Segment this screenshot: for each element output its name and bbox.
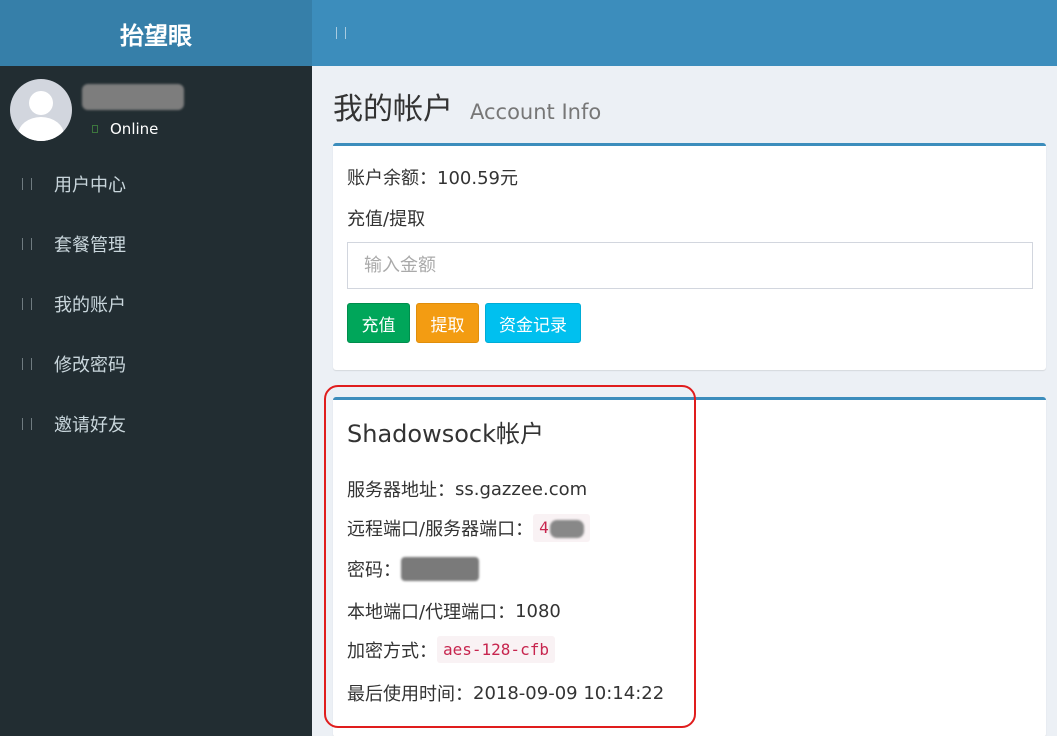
last-used-value: 2018-09-09 10:14:22 [473,682,665,704]
password-label: 密码： [347,560,401,581]
sidebar: 抬望眼 Online 用户中心 套餐管理 我的账户 修改密码 邀请好友 [0,0,312,736]
user-panel: Online [0,66,312,154]
sidebar-item-my-account[interactable]: 我的账户 [0,274,312,334]
menu-bars-icon [22,418,32,430]
sidebar-item-change-password[interactable]: 修改密码 [0,334,312,394]
balance-label: 账户余额： [347,168,437,189]
page-subtitle: Account Info [470,100,602,124]
top-navbar [312,0,1057,66]
main-content: 我的帐户 Account Info 账户余额：100.59元 充值/提取 充值 … [312,66,1057,736]
sidebar-nav: 用户中心 套餐管理 我的账户 修改密码 邀请好友 [0,154,312,454]
server-address-value: ss.gazzee.com [455,478,588,500]
port-redacted [549,519,584,538]
balance-value: 100.59元 [437,168,518,189]
amount-input[interactable] [347,242,1033,289]
sidebar-item-invite-friends[interactable]: 邀请好友 [0,394,312,454]
sidebar-item-label: 我的账户 [54,295,126,316]
online-status-icon [92,125,98,133]
remote-port-value: 4 [533,514,590,542]
balance-box: 账户余额：100.59元 充值/提取 充值 提取 资金记录 [333,143,1046,370]
server-address-label: 服务器地址： [347,480,455,501]
ss-box-title: Shadowsock帐户 [347,420,544,448]
user-status-label: Online [110,120,159,138]
last-used-label: 最后使用时间： [347,684,473,705]
recharge-label: 充值/提取 [347,209,426,230]
avatar-icon [10,79,72,141]
shadowsocks-account-box: Shadowsock帐户 服务器地址： ss.gazzee.com 远程端口/服务… [333,397,1046,736]
sidebar-toggle-icon[interactable] [336,27,346,39]
password-redacted [401,557,479,581]
encryption-method-label: 加密方式： [347,640,437,662]
sidebar-item-label: 套餐管理 [54,235,126,256]
menu-bars-icon [22,358,32,370]
recharge-button[interactable]: 充值 [347,303,410,343]
withdraw-button[interactable]: 提取 [416,303,479,343]
page-header: 我的帐户 Account Info [333,84,601,128]
server-address-row: 服务器地址： ss.gazzee.com [347,476,587,502]
user-status: Online [92,120,158,138]
app-logo[interactable]: 抬望眼 [0,0,312,66]
password-row: 密码： [347,556,479,582]
balance-row: 账户余额：100.59元 [347,164,518,190]
local-port-value: 1080 [515,600,561,622]
sidebar-item-label: 邀请好友 [54,415,126,436]
local-port-row: 本地端口/代理端口： 1080 [347,598,561,624]
sidebar-item-label: 修改密码 [54,355,126,376]
remote-port-row: 远程端口/服务器端口： 4 [347,514,590,542]
sidebar-item-plan-management[interactable]: 套餐管理 [0,214,312,274]
remote-port-label: 远程端口/服务器端口： [347,518,534,540]
last-used-row: 最后使用时间： 2018-09-09 10:14:22 [347,680,664,706]
fund-records-button[interactable]: 资金记录 [485,303,581,343]
local-port-label: 本地端口/代理端口： [347,602,516,623]
sidebar-item-user-center[interactable]: 用户中心 [0,154,312,214]
encryption-method-value: aes-128-cfb [437,636,555,663]
encryption-method-row: 加密方式： aes-128-cfb [347,636,555,663]
page-title: 我的帐户 [333,92,453,127]
menu-bars-icon [22,238,32,250]
menu-bars-icon [22,178,32,190]
menu-bars-icon [22,298,32,310]
username-redacted [82,84,184,110]
sidebar-item-label: 用户中心 [54,175,126,196]
